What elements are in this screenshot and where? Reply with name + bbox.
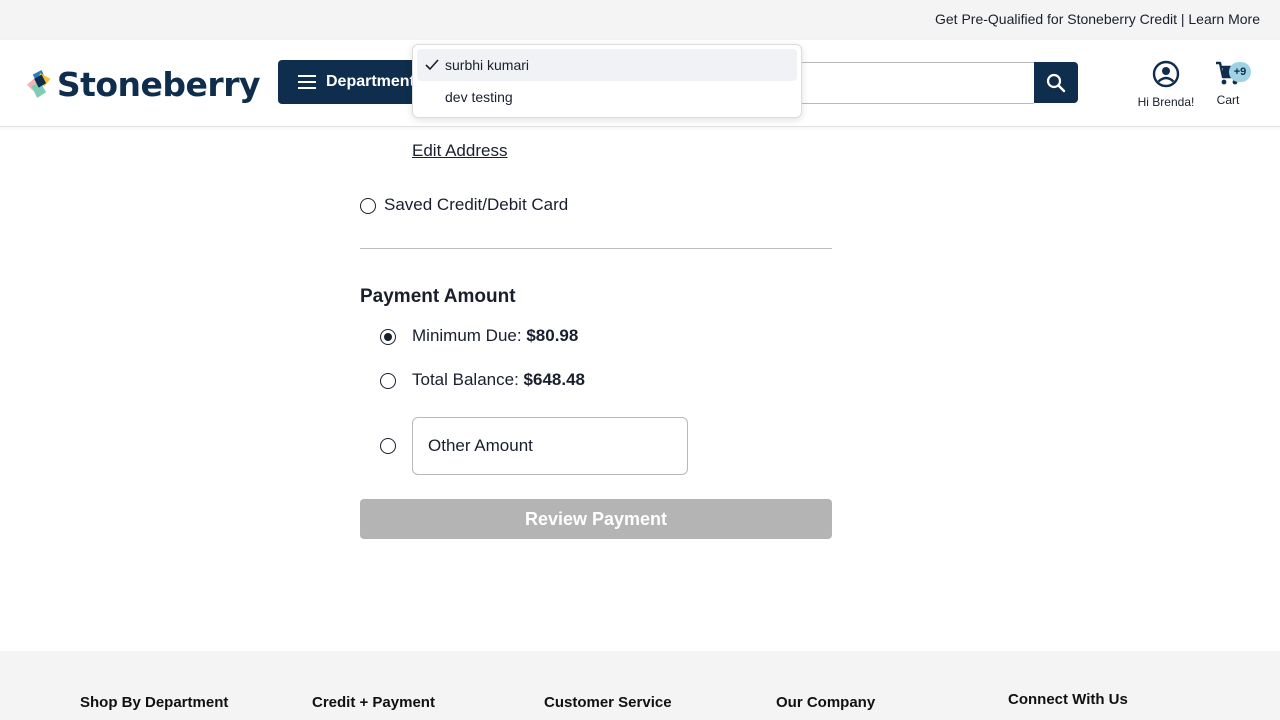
payer-name-dropdown: surbhi kumari dev testing [412,44,802,118]
section-divider [360,248,832,249]
site-footer: Shop By Department Credit + Payment Cust… [0,651,1280,720]
saved-card-label: Saved Credit/Debit Card [384,195,569,214]
logo-mark-icon [26,70,51,98]
check-icon [425,59,445,71]
total-balance-value: $648.48 [523,370,585,389]
other-amount-radio[interactable] [380,438,396,454]
dropdown-option[interactable]: dev testing [417,81,797,113]
review-payment-button[interactable]: Review Payment [360,499,832,539]
account-greeting: Hi Brenda! [1137,95,1195,109]
account-link[interactable]: Hi Brenda! [1130,60,1202,109]
footer-heading-company[interactable]: Our Company [776,694,875,711]
footer-heading-connect: Connect With Us [1008,691,1128,708]
other-amount-field-wrapper [412,417,688,475]
minimum-due-value: $80.98 [526,326,579,345]
promo-link[interactable]: Get Pre-Qualified for Stoneberry Credit … [935,11,1260,27]
cart-count-badge: +9 [1229,62,1251,82]
dropdown-option[interactable]: surbhi kumari [417,49,797,81]
dropdown-option-label: dev testing [445,89,513,105]
edit-address-link[interactable]: Edit Address [412,141,507,161]
departments-label: Departments [326,73,424,90]
menu-icon [298,75,316,89]
search-icon [1046,73,1066,92]
cart-link[interactable]: Cart +9 [1206,60,1251,107]
search-button[interactable] [1034,62,1078,103]
cart-label: Cart [1216,93,1240,107]
footer-heading-service[interactable]: Customer Service [544,694,672,711]
promo-bar: Get Pre-Qualified for Stoneberry Credit … [0,0,1280,40]
saved-card-radio[interactable] [360,198,376,214]
minimum-due-radio[interactable] [380,329,396,345]
other-amount-input[interactable] [413,418,687,474]
dropdown-option-label: surbhi kumari [445,57,530,73]
logo-text: Stoneberry [56,64,261,104]
footer-heading-shop[interactable]: Shop By Department [80,694,228,711]
total-balance-radio[interactable] [380,373,396,389]
stoneberry-logo[interactable]: Stoneberry [24,62,261,106]
payment-amount-heading: Payment Amount [360,286,516,307]
total-balance-label: Total Balance: $648.48 [412,370,585,389]
minimum-due-label: Minimum Due: $80.98 [412,326,579,345]
account-icon [1152,60,1180,88]
footer-heading-credit[interactable]: Credit + Payment [312,694,435,711]
